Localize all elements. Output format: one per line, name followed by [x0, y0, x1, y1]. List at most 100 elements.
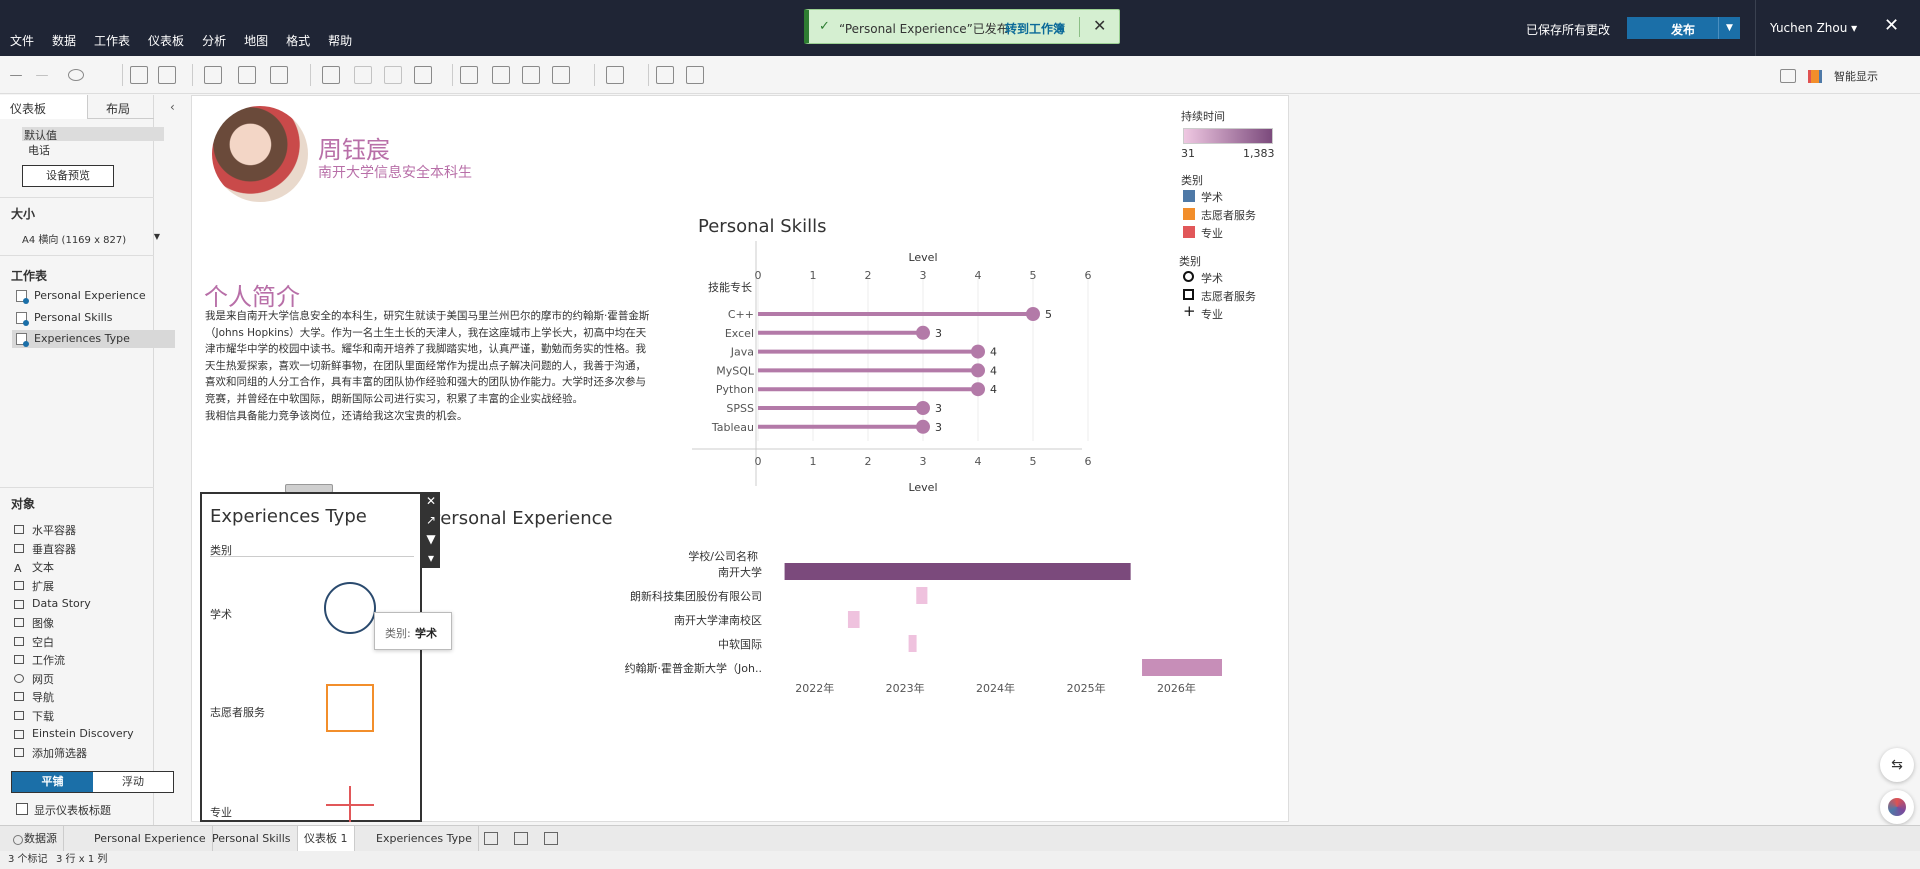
- new-worksheet-icon[interactable]: [484, 832, 498, 845]
- new-datasource-icon[interactable]: [130, 66, 148, 84]
- menu-worksheet[interactable]: 工作表: [94, 32, 130, 49]
- square-mark[interactable]: [326, 684, 374, 732]
- go-to-sheet-icon[interactable]: ↗: [422, 511, 440, 530]
- intro-line: 津市耀华中学的校园中读书。耀华和南开培养了我脚踏实地，认真严谨，勤勉而务实的性格…: [205, 343, 646, 356]
- object-label: 下载: [32, 710, 54, 723]
- circle-icon: [1183, 271, 1194, 282]
- go-to-workbook-link[interactable]: 转到工作簿: [1005, 20, 1065, 37]
- object-label: 文本: [32, 561, 54, 574]
- device-default[interactable]: 默认值: [22, 127, 164, 142]
- labels-icon[interactable]: [492, 66, 510, 84]
- close-icon[interactable]: ✕: [422, 492, 440, 511]
- assistant-icon[interactable]: [1880, 790, 1914, 824]
- paint-icon[interactable]: [1780, 69, 1796, 83]
- chevron-down-icon[interactable]: ▼: [1718, 17, 1740, 39]
- object-webpage[interactable]: 网页: [14, 671, 54, 687]
- close-icon[interactable]: ✕: [1093, 16, 1106, 35]
- view-cards-icon[interactable]: [606, 66, 624, 84]
- plus-icon: +: [1183, 302, 1196, 320]
- sheet-item[interactable]: Personal Skills: [12, 309, 175, 327]
- object-vertical-container[interactable]: 垂直容器: [14, 541, 76, 557]
- device-preview-button[interactable]: 设备预览: [22, 165, 114, 187]
- experiences-type-sheet[interactable]: Experiences Type 类别 学术 志愿者服务 专业: [200, 492, 422, 822]
- filter-icon: [14, 748, 24, 757]
- user-menu[interactable]: Yuchen Zhou ▾: [1770, 21, 1857, 35]
- object-label: 网页: [32, 673, 54, 686]
- tiled-button[interactable]: 平铺: [12, 772, 93, 792]
- plus-mark-horizontal[interactable]: [326, 804, 374, 806]
- new-dashboard-icon[interactable]: [514, 832, 528, 845]
- legend-item[interactable]: 志愿者服务: [1183, 207, 1256, 222]
- translate-icon[interactable]: ⇆: [1880, 748, 1914, 782]
- tab-dashboard[interactable]: 仪表板: [10, 100, 46, 117]
- floating-button[interactable]: 浮动: [93, 772, 173, 792]
- tab-personal-skills[interactable]: Personal Skills: [206, 826, 298, 852]
- download-icon[interactable]: [656, 66, 674, 84]
- tab-data-source[interactable]: 数据源: [4, 826, 64, 852]
- new-sheet-icon[interactable]: [204, 66, 222, 84]
- dashboard-panel: 仪表板 布局 ‹ 默认值 电话 设备预览 大小 A4 横向 (1169 x 82…: [0, 95, 175, 825]
- replay-icon[interactable]: [68, 69, 84, 81]
- clear-icon[interactable]: [270, 66, 288, 84]
- pause-updates-icon[interactable]: [158, 66, 176, 84]
- duplicate-icon[interactable]: [238, 66, 256, 84]
- tab-dashboard-1[interactable]: 仪表板 1: [298, 826, 355, 852]
- intro-line: 竞赛，并曾经在中软国际，朗新国际公司进行实习，积累了丰富的企业实战经验。: [205, 392, 583, 405]
- menu-analysis[interactable]: 分析: [202, 32, 226, 49]
- show-title-checkbox[interactable]: 显示仪表板标题: [16, 802, 111, 818]
- skill-value-label: 4: [990, 383, 997, 396]
- globe-icon: [14, 674, 24, 683]
- toolbar: 智能显示: [0, 56, 1920, 94]
- more-options-icon[interactable]: ▾: [422, 549, 440, 568]
- tick-label-top: 4: [975, 269, 982, 282]
- swap-icon[interactable]: [322, 66, 340, 84]
- tick-label-bottom: 4: [975, 455, 982, 468]
- circle-mark[interactable]: [324, 582, 376, 634]
- new-story-icon[interactable]: [544, 832, 558, 845]
- chevron-left-icon[interactable]: ‹: [170, 100, 175, 114]
- menu-data[interactable]: 数据: [52, 32, 76, 49]
- totals-icon[interactable]: [414, 66, 432, 84]
- object-download[interactable]: 下载: [14, 708, 54, 724]
- object-data-story[interactable]: Data Story: [14, 597, 91, 613]
- tab-layout[interactable]: 布局: [106, 100, 130, 117]
- undo-icon[interactable]: [10, 75, 22, 76]
- legend-item[interactable]: 学术: [1183, 189, 1223, 204]
- publish-button[interactable]: 发布 ▼: [1627, 17, 1740, 39]
- device-phone[interactable]: 电话: [28, 142, 50, 158]
- object-image[interactable]: 图像: [14, 615, 54, 631]
- menu-file[interactable]: 文件: [10, 32, 34, 49]
- object-navigation[interactable]: 导航: [14, 689, 54, 705]
- menu-help[interactable]: 帮助: [328, 32, 352, 49]
- sort-ascending-icon: [354, 66, 372, 84]
- object-blank[interactable]: 空白: [14, 634, 54, 650]
- object-horizontal-container[interactable]: 水平容器: [14, 522, 76, 538]
- sheet-item[interactable]: Personal Experience: [12, 287, 175, 305]
- object-text[interactable]: A 文本: [14, 559, 54, 575]
- fit-icon[interactable]: [552, 66, 570, 84]
- menu-dashboard[interactable]: 仪表板: [148, 32, 184, 49]
- close-icon[interactable]: ✕: [1884, 15, 1899, 36]
- presentation-icon[interactable]: [686, 66, 704, 84]
- object-add-filter[interactable]: 添加筛选器: [14, 745, 87, 761]
- legend-item[interactable]: 志愿者服务: [1183, 288, 1256, 303]
- format-icon[interactable]: [522, 66, 540, 84]
- filter-icon[interactable]: ▼: [422, 530, 440, 549]
- legend-item[interactable]: + 专业: [1183, 302, 1223, 322]
- sheet-item[interactable]: Experiences Type: [12, 330, 175, 348]
- menu-map[interactable]: 地图: [244, 32, 268, 49]
- legend-item[interactable]: 专业: [1183, 225, 1223, 240]
- smart-show-button[interactable]: 智能显示: [1834, 68, 1878, 84]
- highlight-icon[interactable]: [460, 66, 478, 84]
- size-select[interactable]: A4 横向 (1169 x 827) ▼: [22, 231, 160, 247]
- object-extension[interactable]: 扩展: [14, 578, 54, 594]
- object-einstein-discovery[interactable]: Einstein Discovery: [14, 727, 134, 743]
- legend-item[interactable]: 学术: [1183, 270, 1223, 285]
- image-icon: [14, 618, 24, 627]
- object-workflow[interactable]: 工作流: [14, 652, 65, 668]
- tab-experiences-type[interactable]: Experiences Type: [370, 826, 479, 852]
- tab-personal-experience[interactable]: Personal Experience: [88, 826, 213, 852]
- skill-label: MySQL: [716, 364, 755, 377]
- menu-format[interactable]: 格式: [286, 32, 310, 49]
- skills-chart: LevelLevel技能专长00112233445566C++ 5Excel 3Ja…: [692, 241, 1092, 494]
